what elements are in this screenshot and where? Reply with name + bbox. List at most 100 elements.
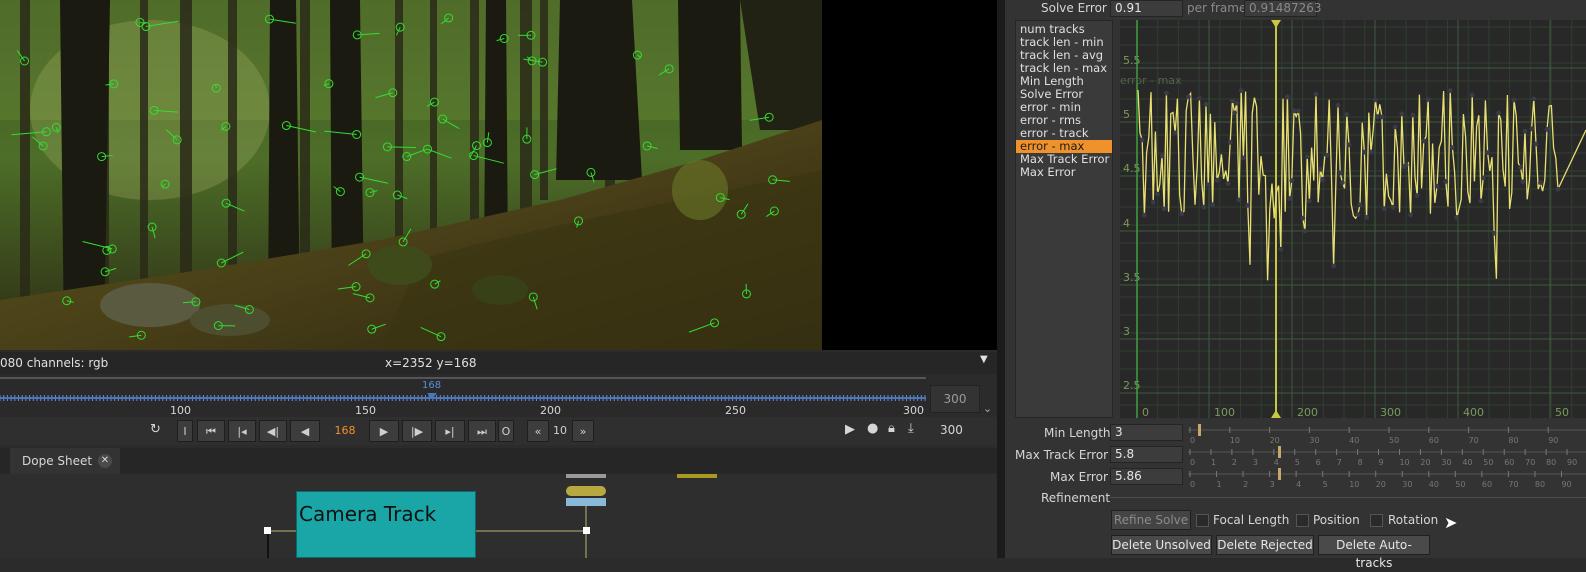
cursor-coords: x=2352 y=168 (385, 356, 477, 370)
slider-tick-label: 70 (1525, 458, 1535, 466)
y-tick-label: 5 (1123, 108, 1130, 121)
forest-plate-image (0, 0, 1000, 350)
slider-tick-label: 20 (1270, 436, 1280, 444)
per-frame-field[interactable]: 0.91487263 (1244, 0, 1317, 17)
min-length-label: Min Length (1044, 426, 1111, 440)
slider-tick-label: 40 (1429, 480, 1439, 488)
prev-frame-icon[interactable]: ◀| (259, 420, 287, 442)
download-icon[interactable]: ⤓ (908, 421, 914, 436)
node-label: Camera Track (299, 502, 436, 526)
y-tick-label: 5.5 (1123, 54, 1141, 67)
out-point-button[interactable]: O (498, 420, 514, 442)
step-forward-icon[interactable]: » (572, 420, 594, 442)
viewer-menu-arrow-icon[interactable]: ▼ (980, 354, 988, 365)
slider-tick-label: 5 (1323, 480, 1328, 488)
slider-tick-label: 5 (1295, 458, 1300, 466)
slider-tick-label: 10 (1349, 480, 1359, 488)
node-stub[interactable] (566, 486, 606, 496)
slider-tick-label: 10 (1230, 436, 1240, 444)
slider-tick-label: 3 (1253, 458, 1258, 466)
max-track-error-slider[interactable]: 0123456789102030405060708090 (1188, 446, 1586, 466)
refinement-divider (1110, 497, 1586, 498)
camera-track-node[interactable]: Camera Track (296, 491, 476, 558)
slider-tick-label: 8 (1358, 458, 1363, 466)
position-checkbox[interactable] (1296, 514, 1309, 527)
next-frame-icon[interactable]: |▶ (402, 420, 432, 442)
increment-field[interactable]: 10 (549, 420, 571, 442)
node-stub[interactable] (566, 474, 606, 478)
curve-graph[interactable]: 5.554.543.532.5 010020030040050 error - … (1120, 20, 1586, 418)
slider-tick-label: 60 (1504, 458, 1514, 466)
node-stub[interactable] (566, 498, 606, 506)
x-tick-label: 0 (1142, 406, 1149, 418)
slider-tick-label: 2 (1232, 458, 1237, 466)
dope-sheet-tab-label: Dope Sheet (22, 448, 92, 474)
timeline-tick-label: 100 (170, 404, 191, 417)
prev-keyframe-icon[interactable]: |◂ (228, 420, 256, 442)
slider-tick-label: 1 (1211, 458, 1216, 466)
close-tab-icon[interactable]: ✕ (98, 454, 112, 468)
max-track-error-label: Max Track Error (1015, 448, 1108, 462)
delete-autotracks-button[interactable]: Delete Auto-tracks (1318, 535, 1430, 555)
delete-rejected-button[interactable]: Delete Rejected (1216, 535, 1314, 555)
error-max-curve (1138, 90, 1586, 280)
refine-solve-button[interactable]: Refine Solve (1111, 510, 1191, 530)
max-track-error-field[interactable]: 5.8 (1110, 446, 1183, 463)
slider-tick-label: 90 (1548, 436, 1558, 444)
last-frame-icon[interactable]: ⏭ (468, 420, 496, 442)
min-length-field[interactable]: 3 (1110, 424, 1183, 441)
loop-mode-icon[interactable]: ↻ (150, 422, 161, 437)
slider-tick-label: 90 (1567, 458, 1577, 466)
lock-icon[interactable]: 🔒︎ (888, 421, 895, 436)
timeline-end-frame[interactable]: 300 (930, 385, 980, 413)
y-tick-label: 3 (1123, 325, 1130, 338)
slider-tick-label: 70 (1508, 480, 1518, 488)
max-error-field[interactable]: 5.86 (1110, 468, 1183, 485)
delete-unsolved-button[interactable]: Delete Unsolved (1111, 535, 1212, 555)
play-backward-icon[interactable]: ◀ (290, 420, 320, 442)
slider-tick-label: 0 (1190, 480, 1195, 488)
solve-error-label: Solve Error (1041, 1, 1107, 15)
slider-tick-label: 20 (1376, 480, 1386, 488)
end-frame-field[interactable]: 300 (940, 423, 963, 437)
slider-tick-label: 6 (1316, 458, 1321, 466)
slider-handle (1198, 424, 1201, 436)
slider-handle (1278, 446, 1281, 458)
rotation-checkbox[interactable] (1370, 514, 1383, 527)
max-error-label: Max Error (1050, 470, 1108, 484)
panel-divider[interactable] (997, 0, 1005, 558)
curve-list[interactable]: num tracks track len - min track len - a… (1015, 20, 1113, 418)
timeline-current-frame: 168 (422, 380, 441, 391)
slider-tick-label: 2 (1243, 480, 1248, 488)
expand-chevron-icon[interactable]: ⌄ (983, 402, 992, 415)
tab-dope-sheet[interactable]: Dope Sheet ✕ (10, 448, 120, 474)
list-item[interactable]: Max Error (1016, 166, 1112, 179)
timeline-ruler[interactable]: 168 100 150 200 250 300 (0, 377, 930, 421)
x-tick-label: 50 (1555, 406, 1569, 418)
dopesheet-tab-bar (0, 448, 1000, 474)
focal-length-checkbox[interactable] (1196, 514, 1209, 527)
image-viewer[interactable] (0, 0, 1000, 350)
first-frame-icon[interactable]: ⏮ (197, 420, 225, 442)
current-frame-field[interactable]: 168 (324, 420, 366, 442)
next-keyframe-icon[interactable]: ▸| (435, 420, 465, 442)
position-label: Position (1313, 513, 1360, 527)
x-tick-label: 100 (1214, 406, 1235, 418)
y-tick-label: 4 (1123, 217, 1130, 230)
in-point-button[interactable]: I (177, 420, 193, 442)
node-stub[interactable] (677, 474, 717, 478)
play-forward-icon[interactable]: ▶ (369, 420, 399, 442)
focal-length-label: Focal Length (1213, 513, 1289, 527)
max-error-slider[interactable]: 012345102030405060708090 (1188, 468, 1586, 488)
record-icon[interactable]: ● (867, 421, 878, 436)
cursor-bottom-icon (1271, 410, 1281, 418)
slider-tick-label: 3 (1270, 480, 1275, 488)
viewer-info-bar: 080 channels: rgb x=2352 y=168 ▼ (0, 352, 1000, 374)
step-back-icon[interactable]: « (527, 420, 549, 442)
min-length-slider[interactable]: 0102030405060708090 (1188, 424, 1586, 444)
flipbook-icon[interactable]: ▶ (845, 422, 855, 437)
node-graph[interactable]: Camera Track (0, 474, 1000, 558)
slider-tick-label: 40 (1462, 458, 1472, 466)
solve-error-field[interactable]: 0.91 (1110, 0, 1183, 17)
slider-tick-label: 80 (1546, 458, 1556, 466)
